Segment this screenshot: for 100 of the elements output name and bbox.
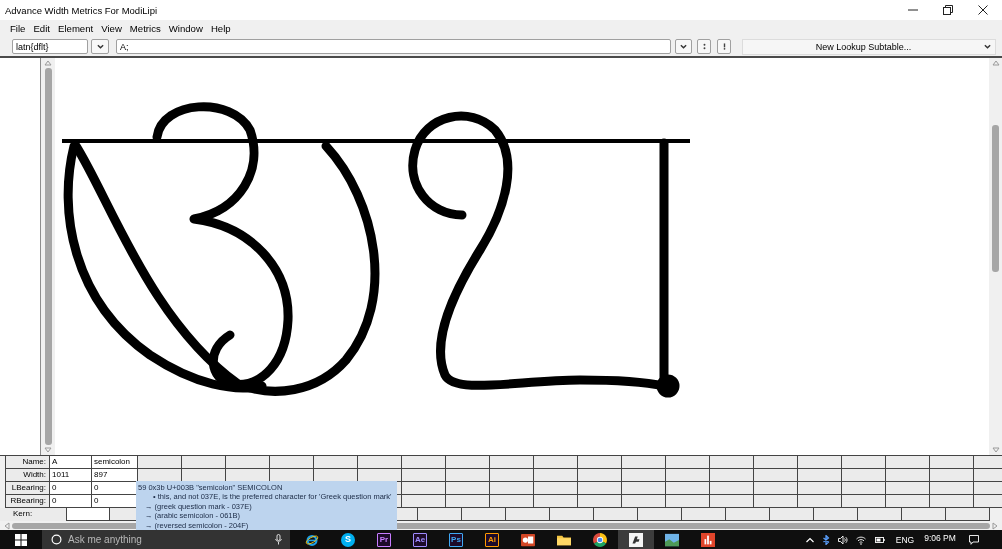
app-logo: Ae — [413, 532, 427, 547]
language-indicator[interactable]: ENG — [890, 530, 920, 549]
table-cell — [578, 495, 622, 508]
table-cell — [638, 508, 682, 521]
table-cell — [754, 469, 798, 482]
table-cell — [842, 482, 886, 495]
menu-item[interactable]: Element — [54, 21, 98, 36]
menu-item[interactable]: File — [6, 21, 30, 36]
table-cell — [770, 508, 814, 521]
landscape-icon — [665, 532, 679, 547]
table-cell — [886, 495, 930, 508]
microphone-icon — [275, 534, 282, 545]
table-cell — [446, 495, 490, 508]
segmented-circle-icon — [593, 532, 607, 547]
table-cell — [506, 508, 550, 521]
taskbar-button[interactable]: Ps — [438, 530, 474, 549]
table-cell — [930, 469, 974, 482]
row-label: RBearing: — [5, 495, 50, 508]
table-cell — [682, 508, 726, 521]
app-logo: Ai — [485, 532, 499, 547]
table-cell — [726, 508, 770, 521]
clock-time[interactable]: 9:06 PM — [920, 530, 960, 549]
table-cell — [490, 482, 534, 495]
speaker-icon — [838, 534, 848, 545]
table-cell — [798, 495, 842, 508]
table-cell — [886, 482, 930, 495]
caret-icon — [96, 43, 104, 50]
search-field[interactable]: Ask me anything — [42, 530, 290, 549]
presentation-icon — [521, 532, 535, 547]
table-cell: A — [50, 456, 92, 469]
table-cell — [666, 469, 710, 482]
table-cell — [622, 495, 666, 508]
toolbar-button[interactable] — [717, 39, 731, 54]
table-cell — [666, 495, 710, 508]
table-cell — [534, 482, 578, 495]
table-cell — [446, 482, 490, 495]
notification-icon — [969, 534, 979, 545]
dropdown-button[interactable] — [91, 39, 109, 54]
row-label: LBearing: — [5, 482, 50, 495]
table-cell — [710, 495, 754, 508]
table-cell — [402, 495, 446, 508]
taskbar-button[interactable]: Ae — [402, 530, 438, 549]
window-title: Advance Width Metrics For ModiLipi — [4, 4, 159, 16]
row-label: Width: — [5, 469, 50, 482]
table-cell — [578, 469, 622, 482]
table-cell — [930, 495, 974, 508]
menu-item[interactable]: View — [97, 21, 126, 36]
caret-icon — [680, 43, 687, 50]
taskbar-button[interactable]: Ai — [474, 530, 510, 549]
row-label: Kern: — [0, 508, 67, 521]
table-cell — [946, 508, 990, 521]
table-cell — [534, 495, 578, 508]
table-cell: semicolon — [92, 456, 138, 469]
table-cell — [446, 469, 490, 482]
table-cell — [710, 469, 754, 482]
menu-item[interactable]: Edit — [29, 21, 54, 36]
table-cell — [67, 508, 110, 521]
table-cell — [814, 508, 858, 521]
taskbar-button[interactable] — [618, 530, 654, 549]
table-cell — [462, 508, 506, 521]
taskbar-button[interactable]: Pr — [366, 530, 402, 549]
scrollbar-thumb[interactable] — [44, 68, 52, 445]
table-cell — [490, 495, 534, 508]
table-cell: 0 — [92, 482, 138, 495]
table-cell — [858, 508, 902, 521]
glyph-text-field[interactable]: A; — [116, 39, 671, 54]
row-label: Name: — [5, 456, 50, 469]
script-field[interactable]: latn{dflt} — [12, 39, 88, 54]
dropdown-button[interactable] — [675, 39, 692, 54]
table-cell — [842, 495, 886, 508]
search-icon — [51, 534, 62, 545]
table-cell — [798, 469, 842, 482]
table-cell — [798, 482, 842, 495]
scrollbar-thumb[interactable] — [992, 125, 999, 272]
subtable-dropdown[interactable]: New Lookup Subtable... — [742, 38, 996, 55]
battery-icon — [875, 534, 885, 545]
menu-item[interactable]: Help — [206, 21, 235, 36]
close-icon — [977, 5, 988, 15]
menu-item[interactable]: Metrics — [125, 21, 165, 36]
four-pane-icon — [15, 533, 27, 546]
table-cell — [490, 469, 534, 482]
menu-item[interactable]: Window — [164, 21, 207, 36]
restore-icon — [942, 5, 953, 15]
table-cell — [534, 469, 578, 482]
bluetooth-icon — [821, 534, 831, 545]
table-cell: 0 — [50, 482, 92, 495]
table-cell: 897 — [92, 469, 138, 482]
table-cell — [754, 482, 798, 495]
table-cell — [902, 508, 946, 521]
table-cell — [842, 469, 886, 482]
table-cell — [622, 469, 666, 482]
table-cell — [886, 469, 930, 482]
bar-chart-icon — [701, 532, 715, 547]
orbit-ring-icon — [305, 532, 319, 547]
table-cell — [622, 482, 666, 495]
table-cell — [550, 508, 594, 521]
wifi-icon — [856, 534, 866, 545]
table-cell — [594, 508, 638, 521]
table-cell: 1011 — [50, 469, 92, 482]
table-cell — [710, 482, 754, 495]
